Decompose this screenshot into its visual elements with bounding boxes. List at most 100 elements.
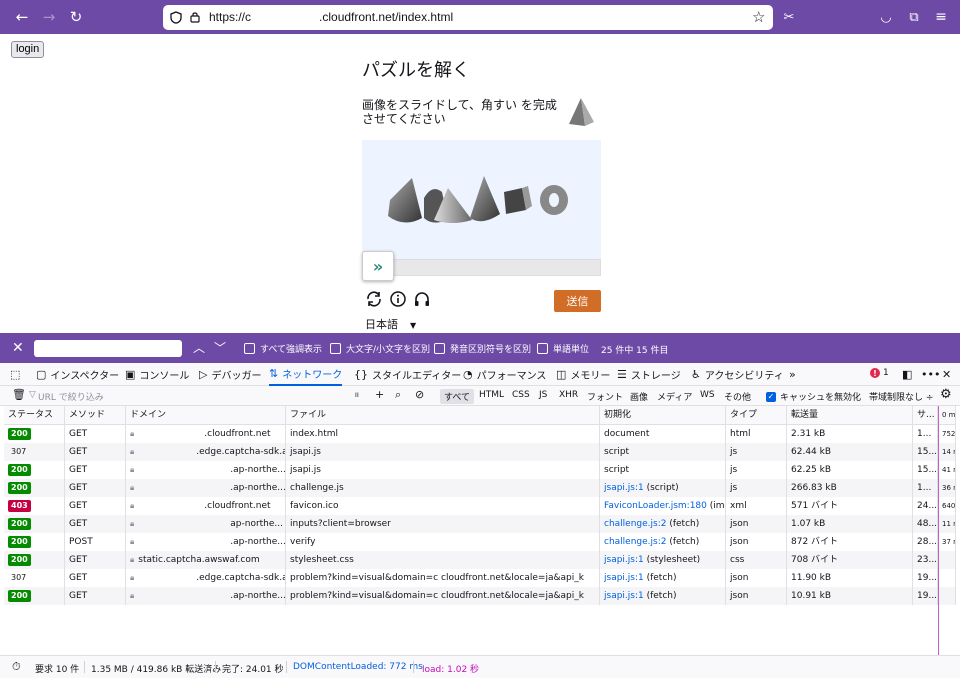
more-tabs-icon[interactable]: » <box>789 363 800 386</box>
extensions-icon[interactable]: ⧉ <box>904 7 924 27</box>
dock-icon[interactable]: ◧ <box>902 363 916 386</box>
file-text: verify <box>290 537 316 547</box>
headphones-icon[interactable] <box>413 290 431 308</box>
back-arrow-icon[interactable]: ← <box>12 7 32 27</box>
lock-icon[interactable] <box>190 11 200 23</box>
match-case-checkbox[interactable]: 大文字/小文字を区別 <box>330 342 430 355</box>
tab-debugger[interactable]: ▷ デバッガー <box>199 363 261 386</box>
menu-icon[interactable]: ≡ <box>931 7 951 27</box>
tab-memory[interactable]: ◫ メモリー <box>556 363 610 386</box>
column-initiator[interactable]: 初期化 <box>600 406 726 424</box>
filter-all[interactable]: すべて <box>440 389 475 404</box>
tab-accessibility[interactable]: ♿ アクセシビリティ <box>691 363 784 386</box>
table-row[interactable]: 200 POST 🔒︎ .ap-northe... verify challenge.js… <box>4 533 956 551</box>
filter-js[interactable]: JS <box>539 390 547 400</box>
initiator-link[interactable]: jsapi.js:1 <box>604 573 644 583</box>
search-icon[interactable]: ⌕ <box>395 388 401 402</box>
close-devtools-icon[interactable]: ✕ <box>942 363 955 386</box>
cell-method: GET <box>65 569 126 587</box>
table-row[interactable]: 307 GET 🔒︎ .edge.captcha-sdk.a... problem?ki… <box>4 569 956 587</box>
initiator-link[interactable]: challenge.js:2 <box>604 519 666 529</box>
filter-ws[interactable]: WS <box>700 390 715 400</box>
screenshot-icon[interactable]: ✂ <box>779 7 799 27</box>
checkmark-icon: ✓ <box>766 391 776 402</box>
whole-words-checkbox[interactable]: 単語単位 <box>537 342 589 355</box>
more-options-icon[interactable]: ••• <box>921 363 944 386</box>
info-icon[interactable] <box>389 290 407 308</box>
wf-text: 36 m <box>942 484 955 492</box>
cell-wf: 41 m <box>938 461 956 479</box>
column-file[interactable]: ファイル <box>286 406 600 424</box>
tab-storage[interactable]: ☰ ストレージ <box>617 363 681 386</box>
shield-icon[interactable] <box>170 11 182 24</box>
filter-xhr[interactable]: XHR <box>559 390 578 400</box>
filter-other[interactable]: その他 <box>724 390 751 403</box>
slider-handle[interactable]: » <box>362 251 394 281</box>
column-status[interactable]: ステータス <box>4 406 65 424</box>
initiator-link[interactable]: challenge.js:2 <box>604 537 666 547</box>
url-bar[interactable]: https://c .cloudfront.net/index.html ☆ <box>163 5 773 30</box>
highlight-all-checkbox[interactable]: すべて強調表示 <box>244 342 322 355</box>
pocket-icon[interactable]: ◡ <box>876 7 896 27</box>
element-picker-icon[interactable]: ⬚ <box>10 363 24 386</box>
tab-network[interactable]: ⇅ ネットワーク <box>269 363 343 386</box>
cell-initiator: jsapi.js:1 (script) <box>600 479 726 497</box>
column-type[interactable]: タイプ <box>726 406 787 424</box>
initiator-link[interactable]: jsapi.js:1 <box>604 591 644 601</box>
table-row[interactable]: 200 GET 🔒︎ .cloudfront.net index.html documen… <box>4 425 956 443</box>
url-filter-input[interactable]: URL で絞り込み <box>38 390 104 403</box>
slider-track[interactable] <box>362 259 601 276</box>
column-waterfall[interactable]: 0 ms <box>938 406 956 424</box>
language-select[interactable]: 日本語 ▼ <box>365 316 416 332</box>
bookmark-star-icon[interactable]: ☆ <box>752 8 765 26</box>
submit-button[interactable]: 送信 <box>554 290 601 312</box>
initiator-link[interactable]: jsapi.js:1 <box>604 483 644 493</box>
table-row[interactable]: 200 GET 🔒︎ static.captcha.awswaf.com stylesh… <box>4 551 956 569</box>
forward-arrow-icon[interactable]: → <box>39 7 59 27</box>
plus-icon[interactable]: + <box>375 388 384 401</box>
block-icon[interactable]: ⊘ <box>415 388 424 401</box>
table-row[interactable]: 200 GET 🔒︎ .ap-northe... problem?kind=visual… <box>4 587 956 605</box>
filter-font[interactable]: フォント <box>587 390 623 403</box>
column-size[interactable]: サ... <box>913 406 938 424</box>
gear-icon[interactable]: ⚙ <box>940 387 952 402</box>
lock-icon: 🔒︎ <box>130 591 135 600</box>
error-badge[interactable]: ! 1 <box>870 368 889 378</box>
table-row[interactable]: 307 GET 🔒︎ .edge.captcha-sdk.a... jsapi.js sc… <box>4 443 956 461</box>
tab-style-editor[interactable]: {} スタイルエディター <box>354 363 461 386</box>
initiator-link[interactable]: jsapi.js:1 <box>604 555 644 565</box>
wf-text: 752 r <box>942 430 956 438</box>
chevron-up-icon[interactable]: ︿ <box>193 339 205 356</box>
refresh-icon[interactable] <box>365 290 383 308</box>
tab-console[interactable]: ▣ コンソール <box>125 363 189 386</box>
reload-icon[interactable]: ↻ <box>66 7 86 27</box>
disable-cache-checkbox[interactable]: ✓ キャッシュを無効化 <box>766 390 861 403</box>
column-domain[interactable]: ドメイン <box>126 406 286 424</box>
pause-icon[interactable]: ⏸ <box>354 388 360 402</box>
table-row[interactable]: 200 GET 🔒︎ .ap-northe... challenge.js jsapi.j… <box>4 479 956 497</box>
tab-performance[interactable]: ◔ パフォーマンス <box>463 363 546 386</box>
match-diacritics-checkbox[interactable]: 発音区別符号を区別 <box>434 342 531 355</box>
close-icon[interactable]: ✕ <box>12 340 24 356</box>
table-row[interactable]: 200 GET 🔒︎ ap-northe... inputs?client=browse… <box>4 515 956 533</box>
column-method[interactable]: メソッド <box>65 406 126 424</box>
filter-media[interactable]: メディア <box>657 390 692 403</box>
trash-icon[interactable]: 🗑 <box>12 388 26 401</box>
filter-html[interactable]: HTML <box>479 390 504 400</box>
cell-transferred: 2.31 kB <box>787 425 913 443</box>
table-row[interactable]: 200 GET 🔒︎ .ap-northe... jsapi.js script js 62.… <box>4 461 956 479</box>
table-row[interactable]: 403 GET 🔒︎ .cloudfront.net favicon.ico Favico… <box>4 497 956 515</box>
tab-inspector[interactable]: ▢ インスペクター <box>36 363 119 386</box>
chevron-down-icon[interactable]: ﹀ <box>214 339 226 356</box>
initiator-link[interactable]: FaviconLoader.jsm:180 <box>604 501 707 511</box>
find-input[interactable] <box>34 340 182 357</box>
throttling-select[interactable]: 帯域制限なし ÷ <box>869 390 933 403</box>
filter-css[interactable]: CSS <box>512 390 530 400</box>
column-transferred[interactable]: 転送量 <box>787 406 913 424</box>
stopwatch-icon[interactable]: ⏱ <box>12 660 21 674</box>
table-header: ステータス メソッド ドメイン ファイル 初期化 タイプ 転送量 サ... 0 … <box>4 406 956 425</box>
login-button[interactable]: login <box>11 41 45 58</box>
puzzle-canvas[interactable] <box>362 140 601 275</box>
lock-icon: 🔒︎ <box>130 537 135 546</box>
filter-image[interactable]: 画像 <box>630 390 648 403</box>
